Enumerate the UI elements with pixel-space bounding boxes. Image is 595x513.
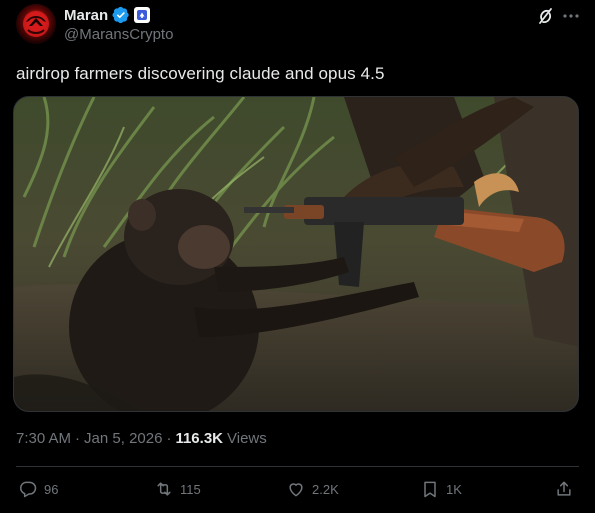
tweet-time[interactable]: 7:30 AM [16, 430, 71, 447]
tweet-meta: 7:30 AM · Jan 5, 2026 · 116.3K Views [16, 430, 267, 447]
share-button[interactable] [554, 478, 574, 500]
more-icon[interactable] [561, 6, 581, 26]
grok-icon[interactable] [535, 6, 555, 26]
like-button[interactable]: 2.2K [286, 478, 339, 500]
retweet-icon [157, 482, 171, 496]
reply-button[interactable]: 96 [18, 478, 58, 500]
meta-separator: · [166, 430, 172, 447]
retweet-button[interactable]: 115 [154, 478, 201, 500]
views-label: Views [227, 430, 267, 447]
bookmark-icon [424, 481, 436, 498]
views-count: 116.3K [175, 430, 223, 447]
display-name[interactable]: Maran [64, 7, 108, 24]
reply-icon [20, 481, 37, 498]
reply-count: 96 [44, 481, 59, 497]
action-bar: 96 115 2.2K 1K [16, 478, 579, 502]
meta-separator: · [75, 430, 81, 447]
like-icon [289, 483, 303, 497]
like-count: 2.2K [312, 481, 339, 497]
bookmark-count: 1K [446, 481, 462, 497]
tweet-date[interactable]: Jan 5, 2026 [84, 430, 162, 447]
tweet-media-image[interactable] [13, 96, 579, 412]
avatar[interactable] [16, 4, 56, 44]
retweet-count: 115 [180, 481, 201, 497]
tweet: Maran @MaransCrypto airdrop farmers disc… [0, 0, 595, 513]
share-icon [557, 481, 571, 496]
affiliate-badge-icon[interactable] [134, 7, 151, 23]
verified-badge-icon[interactable] [112, 6, 130, 24]
tweet-text: airdrop farmers discovering claude and o… [16, 64, 385, 83]
author-handle[interactable]: @MaransCrypto [64, 26, 173, 43]
divider [16, 466, 579, 467]
author-name-row: Maran [64, 6, 151, 24]
bookmark-button[interactable]: 1K [420, 478, 462, 500]
